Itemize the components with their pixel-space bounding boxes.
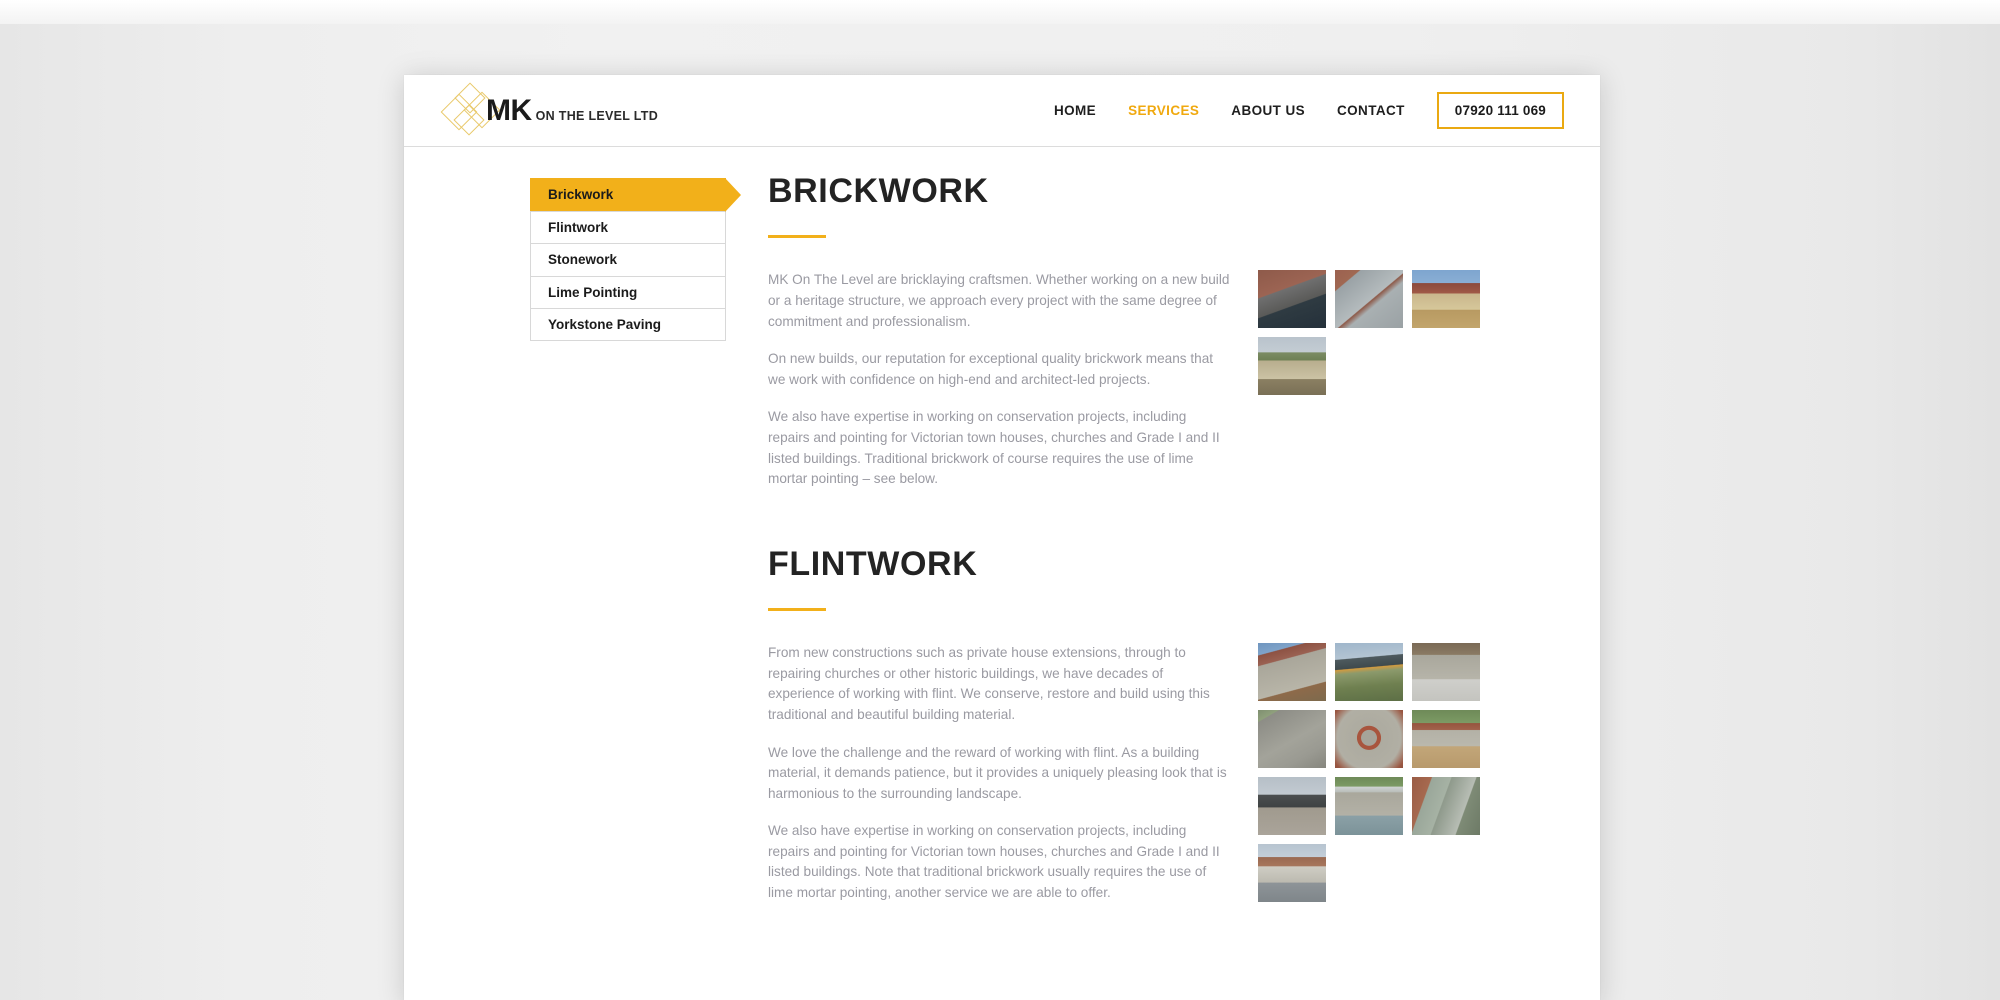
website-card: MK ON THE LEVEL LTD HOME SERVICES ABOUT … bbox=[404, 75, 1600, 1000]
page-background: MK ON THE LEVEL LTD HOME SERVICES ABOUT … bbox=[0, 0, 2000, 1000]
gallery-brickwork bbox=[1258, 270, 1480, 489]
gallery-thumbnail[interactable] bbox=[1412, 270, 1480, 329]
section-flintwork: FLINTWORK From new constructions such as… bbox=[768, 544, 1600, 904]
section-rule bbox=[768, 235, 826, 239]
gallery-thumbnail[interactable] bbox=[1335, 710, 1403, 769]
phone-number-button[interactable]: 07920 111 069 bbox=[1436, 92, 1564, 129]
section-copy-flintwork: From new constructions such as private h… bbox=[768, 643, 1230, 904]
section-rule bbox=[768, 608, 826, 612]
sidebar-item-flintwork[interactable]: Flintwork bbox=[530, 210, 726, 243]
main-navigation: HOME SERVICES ABOUT US CONTACT 07920 111… bbox=[1038, 89, 1572, 132]
paragraph: On new builds, our reputation for except… bbox=[768, 351, 1214, 387]
main-content: BRICKWORK MK On The Level are bricklayin… bbox=[768, 172, 1600, 960]
nav-item-contact[interactable]: CONTACT bbox=[1321, 93, 1421, 128]
paragraph: We also have expertise in working on con… bbox=[768, 823, 1220, 901]
section-copy-brickwork: MK On The Level are bricklaying craftsme… bbox=[768, 270, 1230, 489]
paragraph: We also have expertise in working on con… bbox=[768, 409, 1220, 487]
sidebar-item-yorkstone-paving[interactable]: Yorkstone Paving bbox=[530, 308, 726, 341]
sidebar-item-brickwork[interactable]: Brickwork bbox=[530, 178, 741, 212]
gallery-thumbnail[interactable] bbox=[1258, 844, 1326, 903]
brand-logo[interactable]: MK ON THE LEVEL LTD bbox=[432, 75, 658, 147]
gallery-thumbnail[interactable] bbox=[1412, 777, 1480, 836]
section-brickwork: BRICKWORK MK On The Level are bricklayin… bbox=[768, 172, 1600, 490]
gallery-flintwork bbox=[1258, 643, 1480, 904]
nav-item-home[interactable]: HOME bbox=[1038, 93, 1112, 128]
nav-item-about-us[interactable]: ABOUT US bbox=[1215, 93, 1321, 128]
paragraph: MK On The Level are bricklaying craftsme… bbox=[768, 272, 1230, 329]
paragraph: From new constructions such as private h… bbox=[768, 645, 1210, 722]
nav-item-services[interactable]: SERVICES bbox=[1103, 89, 1215, 132]
page-body: Brickwork Flintwork Stonework Lime Point… bbox=[404, 147, 1600, 960]
site-header: MK ON THE LEVEL LTD HOME SERVICES ABOUT … bbox=[404, 75, 1600, 147]
brand-initials: MK bbox=[486, 93, 532, 127]
gallery-thumbnail[interactable] bbox=[1258, 337, 1326, 396]
gallery-thumbnail[interactable] bbox=[1258, 643, 1326, 702]
services-sidebar: Brickwork Flintwork Stonework Lime Point… bbox=[530, 178, 741, 960]
sidebar-item-stonework[interactable]: Stonework bbox=[530, 243, 726, 276]
gallery-thumbnail[interactable] bbox=[1412, 710, 1480, 769]
gallery-thumbnail[interactable] bbox=[1258, 777, 1326, 836]
gallery-thumbnail[interactable] bbox=[1258, 710, 1326, 769]
gallery-thumbnail[interactable] bbox=[1335, 777, 1403, 836]
sidebar-item-lime-pointing[interactable]: Lime Pointing bbox=[530, 275, 726, 308]
section-title-brickwork: BRICKWORK bbox=[768, 172, 989, 210]
paragraph: We love the challenge and the reward of … bbox=[768, 744, 1227, 801]
section-title-flintwork: FLINTWORK bbox=[768, 544, 978, 583]
gallery-thumbnail[interactable] bbox=[1412, 643, 1480, 702]
brand-tagline: ON THE LEVEL LTD bbox=[535, 108, 659, 123]
gallery-thumbnail[interactable] bbox=[1335, 643, 1403, 702]
nav-item-services-label: SERVICES bbox=[1128, 103, 1200, 118]
gallery-thumbnail[interactable] bbox=[1258, 270, 1326, 329]
gallery-thumbnail[interactable] bbox=[1335, 270, 1403, 329]
